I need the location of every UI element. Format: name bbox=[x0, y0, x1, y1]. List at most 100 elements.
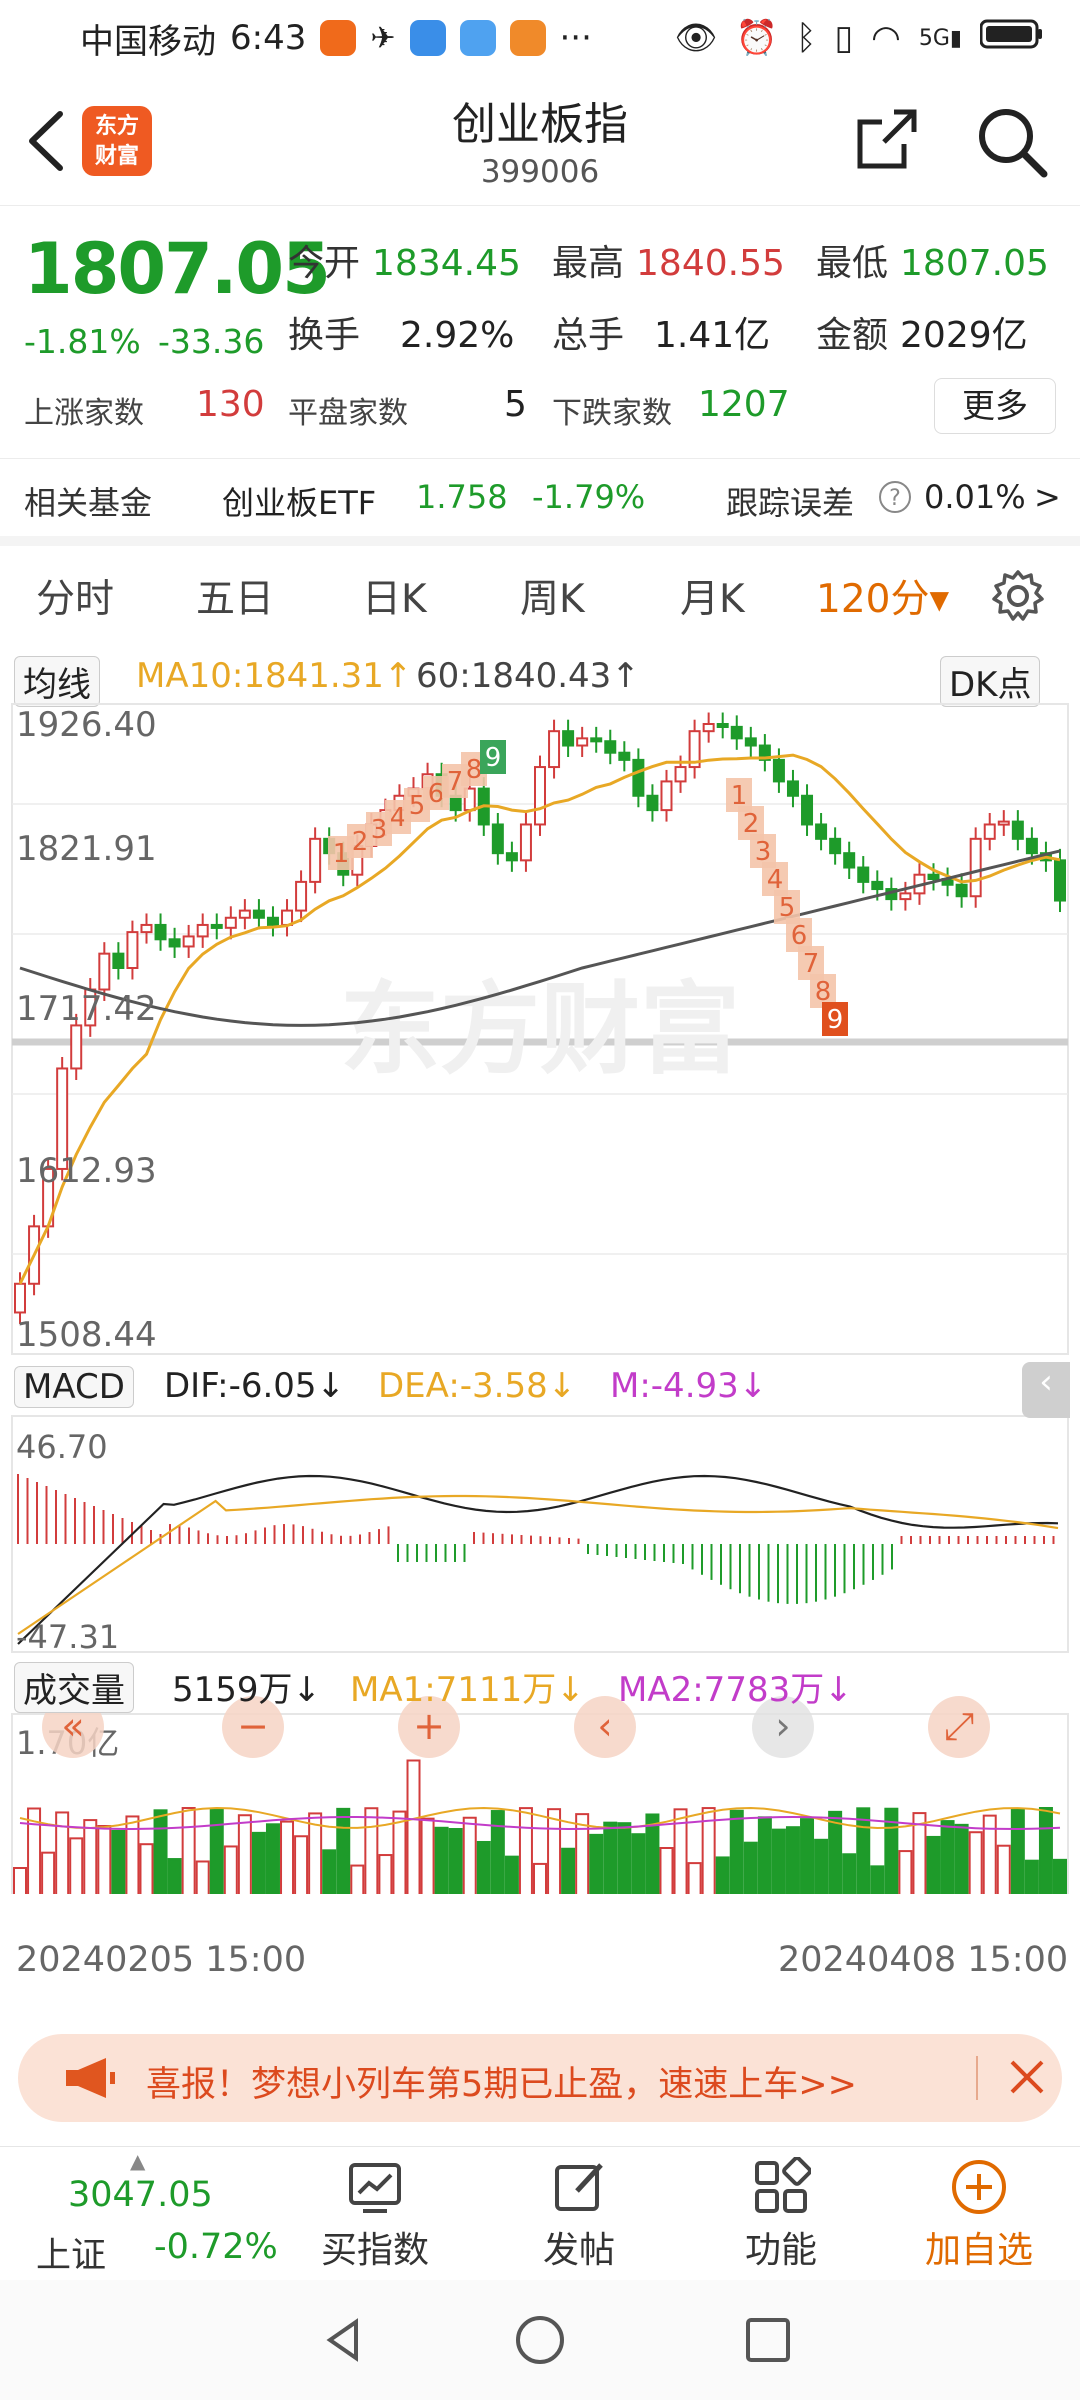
volume-bar bbox=[800, 1818, 815, 1894]
banner-close-button[interactable] bbox=[1002, 2052, 1052, 2102]
side-panel-toggle[interactable]: ‹ bbox=[1022, 1362, 1070, 1418]
volume-bar bbox=[982, 1814, 997, 1894]
search-icon bbox=[979, 109, 1048, 178]
candle-body bbox=[730, 725, 743, 740]
tab-monthly-k[interactable]: 月K bbox=[680, 568, 745, 624]
candle-body bbox=[997, 820, 1010, 826]
volume-bar bbox=[251, 1831, 266, 1894]
volume-bar bbox=[968, 1831, 983, 1894]
signal-label: 4 bbox=[390, 803, 407, 833]
volume-bar bbox=[195, 1860, 210, 1894]
clock: 6:43 bbox=[230, 18, 307, 58]
tab-daily-k[interactable]: 日K bbox=[362, 568, 427, 624]
volume-indicator-row: 成交量 5159万↓ MA1:7111万↓ MA2:7783万↓ bbox=[0, 1654, 1080, 1713]
turnover-field: 换手 2.92% bbox=[288, 315, 515, 356]
volume-bar bbox=[209, 1808, 224, 1894]
macd-dea-line bbox=[17, 1494, 1059, 1635]
weather-icon bbox=[459, 20, 496, 56]
candle-body bbox=[646, 794, 659, 812]
chart-settings-button[interactable] bbox=[990, 568, 1046, 624]
candle-body bbox=[702, 723, 715, 733]
volume-bar bbox=[926, 1835, 941, 1894]
vibrate-icon: ▯ bbox=[834, 18, 854, 58]
candle-body bbox=[252, 909, 265, 919]
add-watchlist-button[interactable]: 加自选 bbox=[904, 2147, 1054, 2277]
tab-timeshare[interactable]: 分时 bbox=[36, 568, 114, 624]
macd-axis-bottom: -47.31 bbox=[16, 1618, 119, 1656]
buy-index-button[interactable]: 买指数 bbox=[300, 2147, 450, 2277]
volume-bar bbox=[280, 1820, 295, 1894]
related-fund-row[interactable]: 相关基金 创业板ETF 1.758 -1.79% 跟踪误差 ? 0.01% > bbox=[0, 468, 1080, 530]
candle-body bbox=[182, 935, 195, 948]
candle-body bbox=[140, 923, 153, 934]
gear-icon bbox=[992, 570, 1044, 621]
search-button[interactable] bbox=[974, 104, 1050, 180]
candle-body bbox=[210, 923, 223, 929]
more-notifications-icon: ··· bbox=[559, 18, 592, 58]
functions-button[interactable]: 功能 bbox=[706, 2147, 856, 2277]
candle-body bbox=[196, 923, 209, 938]
candle-body bbox=[1054, 859, 1066, 902]
volume-bar bbox=[715, 1856, 730, 1894]
cloud-icon bbox=[409, 20, 446, 56]
macd-selector[interactable]: MACD bbox=[14, 1366, 134, 1408]
post-label: 发帖 bbox=[542, 2230, 615, 2271]
volume-bar bbox=[603, 1821, 618, 1894]
candle-body bbox=[744, 737, 757, 747]
volume-bar bbox=[476, 1840, 491, 1894]
ticker-pct: -0.72% bbox=[154, 2227, 278, 2267]
volume-bar bbox=[631, 1833, 646, 1894]
help-icon[interactable]: ? bbox=[878, 480, 912, 522]
candle-body bbox=[295, 880, 308, 912]
tab-five-day[interactable]: 五日 bbox=[196, 568, 274, 624]
svg-text:?: ? bbox=[889, 486, 901, 511]
low-field: 最低 1807.05 bbox=[816, 243, 1049, 284]
watermark: 东方财富 bbox=[340, 971, 740, 1088]
volume-selector[interactable]: 成交量 bbox=[14, 1662, 134, 1713]
date-start: 20240205 15:00 bbox=[16, 1940, 307, 1980]
macd-axis-top: 46.70 bbox=[16, 1428, 108, 1466]
volume-bar bbox=[237, 1814, 252, 1894]
volume-bar bbox=[139, 1843, 154, 1894]
volume-bar bbox=[434, 1826, 449, 1894]
index-ticker[interactable]: ▲ 3047.05 上证 -0.72% bbox=[0, 2147, 290, 2277]
tab-weekly-k[interactable]: 周K bbox=[520, 568, 585, 624]
functions-label: 功能 bbox=[744, 2230, 817, 2271]
price-axis-label: 1821.91 bbox=[16, 829, 157, 869]
volume-bar bbox=[83, 1819, 98, 1894]
add-watchlist-label: 加自选 bbox=[924, 2230, 1033, 2271]
system-nav-bar bbox=[0, 2280, 1080, 2400]
candle-body bbox=[786, 780, 799, 797]
volume-bar bbox=[785, 1826, 800, 1894]
candle-body bbox=[969, 837, 982, 898]
volume-bar bbox=[97, 1825, 112, 1894]
tab-120min[interactable]: 120分▾ bbox=[816, 568, 949, 624]
volume-bar bbox=[111, 1829, 126, 1894]
quote-panel: 1807.05 -1.81% -33.36 今开 1834.45 最高 1840.5… bbox=[0, 208, 1080, 534]
candle-body bbox=[801, 794, 814, 826]
macd-m: M:-4.93↓ bbox=[610, 1366, 768, 1406]
volume-bar bbox=[448, 1828, 463, 1894]
candle-body bbox=[266, 916, 279, 926]
down-count-label: 下跌家数 bbox=[552, 396, 672, 431]
volume-bar bbox=[153, 1809, 168, 1894]
volume-bar bbox=[322, 1849, 337, 1894]
volume-bar bbox=[265, 1823, 280, 1894]
post-button[interactable]: 发帖 bbox=[504, 2147, 654, 2277]
macd-indicator-row: MACD DIF:-6.05↓ DEA:-3.58↓ M:-4.93↓ ‹ bbox=[0, 1358, 1080, 1418]
plus-circle-icon bbox=[952, 2160, 1006, 2214]
fund-price: 1.758 bbox=[416, 478, 508, 516]
header: 东方 财富 创业板指 399006 bbox=[0, 76, 1080, 206]
promo-banner[interactable]: 喜报！梦想小列车第5期已止盈，速速上车>> bbox=[18, 2034, 1062, 2122]
volume-bar bbox=[336, 1807, 351, 1894]
volume-bar bbox=[462, 1816, 477, 1894]
amount-field: 金额 2029亿 bbox=[816, 315, 1028, 356]
volume-bar bbox=[856, 1807, 871, 1894]
more-button[interactable]: 更多 bbox=[934, 378, 1056, 434]
fund-name: 创业板ETF bbox=[222, 484, 377, 522]
up-count-label: 上涨家数 bbox=[24, 396, 144, 431]
share-button[interactable] bbox=[852, 104, 922, 174]
candle-body bbox=[519, 823, 532, 862]
volume-bar bbox=[1024, 1859, 1039, 1894]
volume-bar bbox=[490, 1810, 505, 1894]
